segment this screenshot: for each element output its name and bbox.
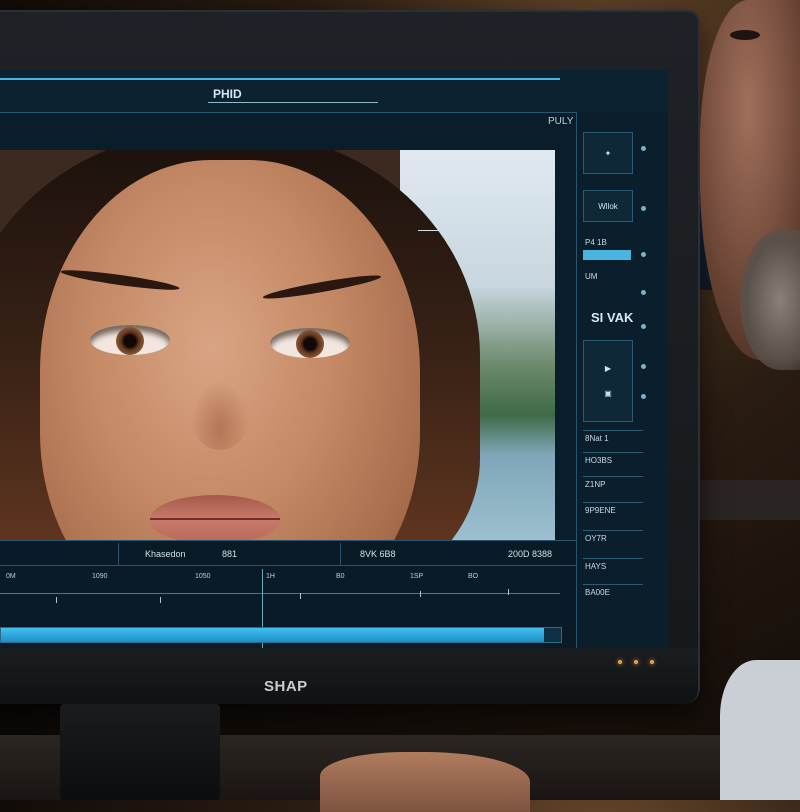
left-iris bbox=[116, 327, 144, 355]
timeline-separator bbox=[340, 543, 341, 565]
sidebar-row[interactable]: Z1NP bbox=[585, 480, 605, 489]
background-shelf bbox=[700, 480, 800, 520]
tick-label: 1H bbox=[266, 573, 275, 580]
timeline-label: 200D 8388 bbox=[508, 549, 553, 559]
timeline-label: 881 bbox=[222, 549, 238, 559]
image-viewport[interactable] bbox=[0, 150, 555, 540]
sidebar-value: SI VAK bbox=[591, 310, 634, 325]
status-led bbox=[634, 660, 638, 664]
app-title: PHID bbox=[213, 87, 242, 101]
viewer-hand bbox=[320, 752, 530, 812]
sidebar-label: UM bbox=[585, 272, 598, 281]
viewer-shirt bbox=[720, 660, 800, 800]
status-led bbox=[650, 660, 654, 664]
portrait-face bbox=[40, 160, 420, 540]
tick-label: 1090 bbox=[92, 573, 108, 580]
sidebar-indicator-dot bbox=[641, 364, 646, 369]
power-led bbox=[618, 660, 622, 664]
sidebar-label: P4 1B bbox=[585, 238, 607, 247]
sidebar-divider bbox=[583, 430, 643, 431]
sidebar-row[interactable]: BA00E bbox=[585, 588, 610, 597]
tick-label: 0M bbox=[6, 573, 16, 580]
monitor-chin bbox=[0, 648, 698, 704]
sidebar-indicator-dot bbox=[641, 252, 646, 257]
tick-label: B0 bbox=[336, 573, 345, 580]
sidebar-divider bbox=[583, 476, 643, 477]
sidebar-indicator-dot bbox=[641, 324, 646, 329]
title-accent-line bbox=[0, 78, 560, 80]
sidebar-row[interactable]: HO3BS bbox=[585, 456, 612, 465]
title-bar: PHID bbox=[0, 70, 668, 113]
play-icon[interactable]: ▶ bbox=[605, 364, 611, 373]
timeline-track[interactable] bbox=[0, 593, 560, 594]
crop-frame-line bbox=[418, 230, 555, 231]
sidebar-row[interactable]: HAYS bbox=[585, 562, 606, 571]
lip-line bbox=[150, 518, 280, 520]
timeline-tick bbox=[420, 591, 421, 597]
tool-sidebar: ✦ Wllok P4 1B UM SI VAK ▶ ▣ 8Nat 1 HO3BS… bbox=[576, 112, 668, 648]
timeline-progress-bar[interactable] bbox=[0, 627, 562, 643]
right-iris bbox=[296, 330, 324, 358]
timeline-panel: Khasedon 881 8VK 6B8 200D 8388 0M 1090 1… bbox=[0, 540, 576, 648]
sidebar-indicator-dot bbox=[641, 290, 646, 295]
sidebar-divider bbox=[583, 558, 643, 559]
frame-icon[interactable]: ▣ bbox=[604, 389, 612, 398]
timeline-label: 8VK 6B8 bbox=[360, 549, 396, 559]
tick-label: 1050 bbox=[195, 573, 211, 580]
left-eye bbox=[90, 325, 170, 355]
tick-label: 1SP bbox=[410, 573, 424, 580]
monitor-brand-logo: SHAP bbox=[264, 678, 308, 695]
timeline-header: Khasedon 881 8VK 6B8 200D 8388 bbox=[0, 543, 576, 566]
timeline-tick bbox=[508, 589, 509, 595]
sidebar-row[interactable]: 9P9ENE bbox=[585, 506, 616, 515]
sidebar-row[interactable]: OY7R bbox=[585, 534, 607, 543]
sidebar-button-tool-1[interactable]: ✦ bbox=[583, 132, 633, 174]
viewer-eye bbox=[730, 30, 760, 40]
screen: PHID PULY SHIABE Khasedon 881 8VK 6B8 20… bbox=[0, 70, 668, 648]
timeline-tick bbox=[56, 597, 57, 603]
sidebar-divider bbox=[583, 452, 643, 453]
sidebar-row[interactable]: 8Nat 1 bbox=[585, 434, 609, 443]
sidebar-indicator-dot bbox=[641, 206, 646, 211]
sidebar-divider bbox=[583, 530, 643, 531]
sidebar-indicator-dot bbox=[641, 146, 646, 151]
timeline-separator bbox=[118, 543, 119, 565]
timeline-progress-fill bbox=[1, 628, 545, 642]
sidebar-button-tool-2[interactable]: Wllok bbox=[583, 190, 633, 222]
sidebar-media-controls: ▶ ▣ bbox=[583, 340, 633, 422]
sidebar-indicator-dot bbox=[641, 394, 646, 399]
timeline-tick bbox=[300, 593, 301, 599]
timeline-tick bbox=[160, 597, 161, 603]
sidebar-divider bbox=[583, 502, 643, 503]
timeline-label: Khasedon bbox=[145, 549, 186, 559]
sidebar-divider bbox=[583, 584, 643, 585]
monitor-stand bbox=[60, 704, 220, 800]
portrait-nose bbox=[190, 380, 250, 450]
sidebar-active-slider[interactable] bbox=[583, 250, 631, 260]
title-underline bbox=[208, 102, 378, 103]
right-eye bbox=[270, 328, 350, 358]
tick-label: BO bbox=[468, 573, 479, 580]
